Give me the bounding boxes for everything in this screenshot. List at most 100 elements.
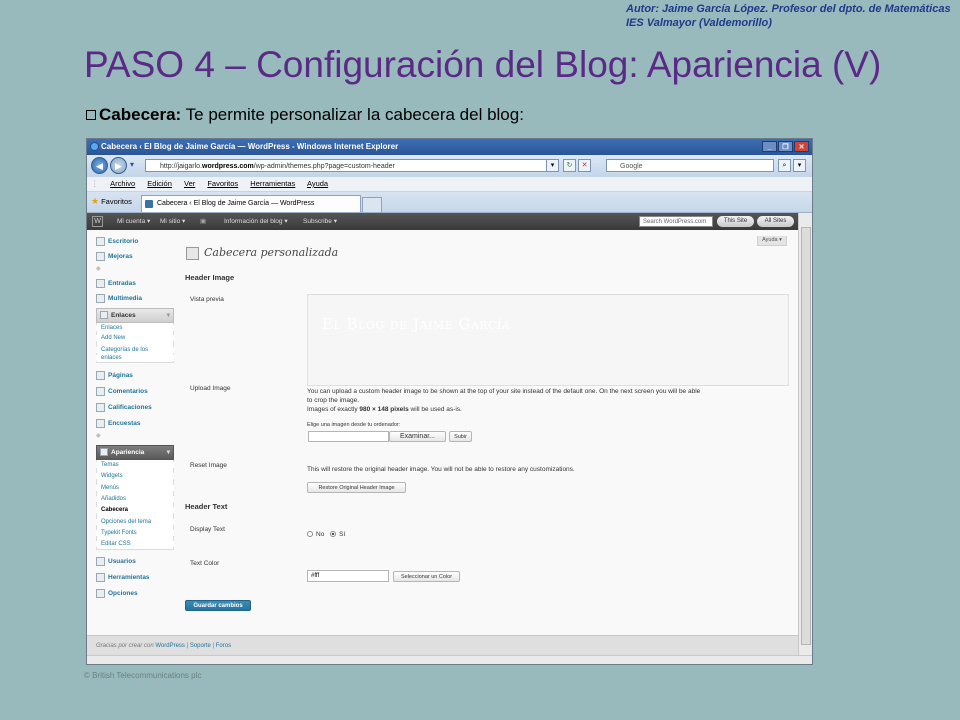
copyright-notice: © British Telecommunications plc xyxy=(84,671,202,680)
radio-si[interactable] xyxy=(330,531,337,538)
sidebar-item-encuestas[interactable]: Encuestas xyxy=(96,419,174,428)
search-icon[interactable]: ⌕ xyxy=(778,159,791,172)
wordpress-logo-icon[interactable]: W xyxy=(92,216,103,227)
tab-active[interactable]: Cabecera ‹ El Blog de Jaime García — Wor… xyxy=(141,195,361,212)
wpbar-mi-cuenta[interactable]: Mi cuenta ▾ xyxy=(117,213,150,230)
submenu-widgets[interactable]: Widgets xyxy=(96,473,174,479)
sidebar-item-mejoras[interactable]: Mejoras xyxy=(96,252,174,261)
submenu-categorias[interactable]: Categorías de los xyxy=(96,347,174,353)
horizontal-scrollbar[interactable] xyxy=(87,655,812,664)
appearance-icon xyxy=(100,448,108,457)
choose-image-label: Elige una imagen desde tu ordenador: xyxy=(307,422,401,428)
wpbar-search-input[interactable]: Search WordPress.com xyxy=(639,216,713,227)
file-path-input[interactable] xyxy=(308,431,389,442)
sidebar-item-opciones[interactable]: Opciones xyxy=(96,589,174,598)
text-color-input[interactable]: #fff xyxy=(307,570,389,582)
submenu-cabecera[interactable]: Cabecera xyxy=(96,507,174,513)
ie-logo-icon xyxy=(90,142,99,151)
vertical-scrollbar[interactable] xyxy=(798,213,812,655)
search-options-icon[interactable]: ▾ xyxy=(793,159,806,172)
url-input[interactable]: http://jaigarlo.wordpress.com/wp-admin/t… xyxy=(145,159,558,172)
reset-image-label: Reset Image xyxy=(190,462,227,469)
sidebar-item-multimedia[interactable]: Multimedia xyxy=(96,294,174,303)
sidebar-item-escritorio[interactable]: Escritorio xyxy=(96,237,174,246)
menu-edicion[interactable]: Edición xyxy=(147,179,172,188)
browse-button[interactable]: Examinar... xyxy=(389,431,446,442)
sidebar-label: Encuestas xyxy=(108,420,141,428)
menu-herramientas[interactable]: Herramientas xyxy=(250,179,295,188)
sidebar-item-entradas[interactable]: Entradas xyxy=(96,279,174,288)
restore-header-button[interactable]: Restore Original Header Image xyxy=(307,482,406,493)
upload-desc-line-3: Images of exactly 980 × 148 pixels will … xyxy=(307,405,789,414)
favorites-button[interactable]: ★ Favoritos xyxy=(91,196,132,207)
sidebar-label: Páginas xyxy=(108,372,133,380)
stop-icon[interactable]: ✕ xyxy=(578,159,591,172)
select-color-button[interactable]: Seleccionar un Color xyxy=(393,571,460,582)
ie-title-bar: Cabecera ‹ El Blog de Jaime García — Wor… xyxy=(87,139,812,155)
upload-button[interactable]: Subir xyxy=(449,431,472,442)
menu-ver[interactable]: Ver xyxy=(184,179,195,188)
wpbar-info-blog[interactable]: Información del blog ▾ xyxy=(224,213,288,230)
scrollbar-thumb[interactable] xyxy=(801,227,811,645)
history-dropdown-icon[interactable]: ▾ xyxy=(130,160,134,169)
restore-button[interactable]: ❐ xyxy=(778,141,793,152)
menu-archivo[interactable]: Archivo xyxy=(110,179,135,188)
upload-image-label: Upload Image xyxy=(190,385,231,392)
sidebar-item-usuarios[interactable]: Usuarios xyxy=(96,557,174,566)
minimize-button[interactable]: _ xyxy=(762,141,777,152)
sidebar-head-apariencia[interactable]: Apariencia ▾ xyxy=(96,445,174,460)
wpbar-mi-sitio[interactable]: Mi sitio ▾ xyxy=(160,213,185,230)
bullet-line: Cabecera: Te permite personalizar la cab… xyxy=(86,105,524,125)
upgrades-icon xyxy=(96,252,105,261)
submenu-add-new[interactable]: Add New xyxy=(96,335,174,341)
address-dropdown-icon[interactable]: ▾ xyxy=(546,159,559,172)
wordpress-admin-bar: W Mi cuenta ▾ Mi sitio ▾ ▣ Información d… xyxy=(87,213,798,230)
sidebar-separator: ◆ xyxy=(96,266,101,272)
sidebar-label: Entradas xyxy=(108,280,136,288)
submenu-editar-css[interactable]: Editar CSS xyxy=(96,541,174,547)
sidebar-item-comentarios[interactable]: Comentarios xyxy=(96,387,174,396)
footer-wordpress-link[interactable]: WordPress xyxy=(155,643,185,649)
upload-desc-3a: Images of exactly xyxy=(307,406,360,413)
sidebar-label: Escritorio xyxy=(108,238,139,246)
browser-screenshot: Cabecera ‹ El Blog de Jaime García — Wor… xyxy=(86,138,813,665)
new-tab-button[interactable] xyxy=(362,197,382,212)
sidebar-head-enlaces[interactable]: Enlaces ▾ xyxy=(96,308,174,323)
sidebar-label: Multimedia xyxy=(108,295,142,303)
radio-no[interactable] xyxy=(307,531,313,538)
search-input[interactable]: Google xyxy=(606,159,774,172)
footer-soporte-link[interactable]: Soporte xyxy=(190,643,211,649)
sidebar-item-paginas[interactable]: Páginas xyxy=(96,371,174,380)
radio-no-label: No xyxy=(316,531,325,538)
help-tab[interactable]: Ayuda ▾ xyxy=(757,236,787,246)
forward-arrow-icon[interactable]: ▶ xyxy=(110,157,127,174)
close-button[interactable]: ✕ xyxy=(794,141,809,152)
footer-foros-link[interactable]: Foros xyxy=(216,643,231,649)
upload-desc-line-2: to crop the image. xyxy=(307,397,360,404)
submenu-typekit[interactable]: Typekit Fonts xyxy=(96,530,174,536)
menu-ayuda[interactable]: Ayuda xyxy=(307,179,328,188)
all-sites-button[interactable]: All Sites xyxy=(757,216,794,227)
this-site-button[interactable]: This Site xyxy=(717,216,754,227)
submenu-enlaces[interactable]: Enlaces xyxy=(96,325,174,331)
text-color-label: Text Color xyxy=(190,560,220,567)
star-icon: ★ xyxy=(91,196,100,206)
dashboard-icon xyxy=(96,237,105,246)
submenu-menus[interactable]: Menús xyxy=(96,485,174,491)
tools-icon xyxy=(96,573,105,582)
comments-icon xyxy=(96,387,105,396)
back-arrow-icon[interactable]: ◀ xyxy=(91,157,108,174)
submenu-anadidos[interactable]: Añadidos xyxy=(96,496,174,502)
save-changes-button[interactable]: Guardar cambios xyxy=(185,600,251,611)
author-credit: Autor: Jaime García López. Profesor del … xyxy=(626,2,951,30)
sidebar-item-herramientas[interactable]: Herramientas xyxy=(96,573,174,582)
refresh-icon[interactable]: ↻ xyxy=(563,159,576,172)
submenu-opciones-tema[interactable]: Opciones del tema xyxy=(96,519,174,525)
wpbar-subscribe[interactable]: Subscribe ▾ xyxy=(303,213,337,230)
sidebar-item-calificaciones[interactable]: Calificaciones xyxy=(96,403,174,412)
submenu-temas[interactable]: Temas xyxy=(96,462,174,468)
media-icon xyxy=(96,294,105,303)
menu-favoritos[interactable]: Favoritos xyxy=(207,179,238,188)
submenu-categorias-cont[interactable]: enlaces xyxy=(96,355,174,361)
preview-blog-title: El Blog de Jaime García xyxy=(322,315,511,333)
